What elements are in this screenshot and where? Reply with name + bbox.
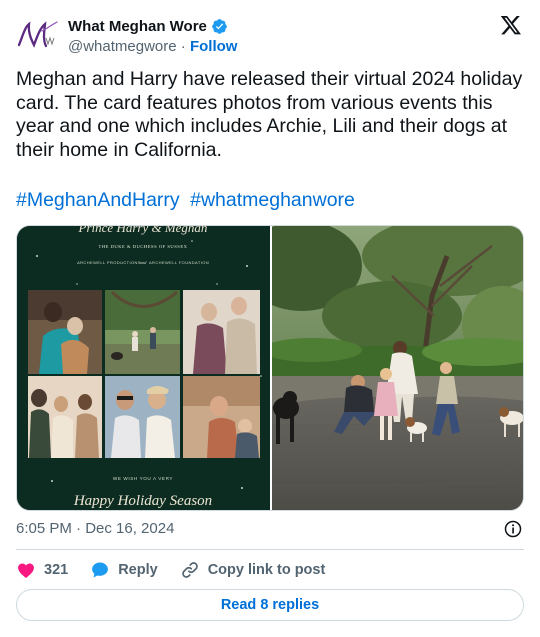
- hashtag-link[interactable]: #whatmeghanwore: [190, 189, 355, 211]
- card-org-right: ARCHEWELL FOUNDATION: [149, 260, 209, 265]
- reply-button[interactable]: Reply: [90, 560, 158, 580]
- card-photo-grid: [28, 290, 260, 458]
- tweet-header: What Meghan Wore @whatmegwore · Follow: [16, 12, 524, 58]
- media-gallery: Prince Harry & Meghan THE DUKE & DUCHESS…: [16, 225, 524, 511]
- hashtag-link[interactable]: #MeghanAndHarry: [16, 189, 180, 211]
- card-subtitle: THE DUKE & DUCHESS OF SUSSEX: [99, 244, 188, 249]
- avatar[interactable]: [16, 14, 60, 58]
- heart-icon: [18, 563, 34, 578]
- like-button[interactable]: 321: [16, 560, 68, 580]
- card-wish: WE WISH YOU A VERY: [113, 476, 173, 481]
- action-bar: 321 Reply Copy link to post: [16, 558, 347, 582]
- copy-link-label: Copy link to post: [207, 562, 326, 578]
- post-timestamp[interactable]: 6:05 PM · Dec 16, 2024: [16, 520, 174, 537]
- family-garden-photo[interactable]: [272, 226, 523, 510]
- display-name[interactable]: What Meghan Wore: [68, 18, 207, 35]
- handle-separator: ·: [180, 38, 186, 55]
- follow-button[interactable]: Follow: [190, 38, 238, 55]
- hashtag-row: #MeghanAndHarry #whatmeghanwore: [16, 188, 360, 212]
- info-icon[interactable]: [504, 520, 522, 538]
- link-icon: [181, 562, 198, 578]
- card-org-left: ARCHEWELL PRODUCTIONS: [77, 260, 141, 265]
- wmw-monogram-logo: [17, 21, 58, 48]
- card-greeting: Happy Holiday Season: [73, 493, 212, 509]
- speech-bubble-icon: [92, 562, 109, 578]
- card-script-title: Prince Harry & Meghan: [78, 226, 208, 235]
- copy-link-button[interactable]: Copy link to post: [180, 560, 326, 580]
- card-org-joiner: and: [140, 260, 148, 265]
- verified-badge-icon: [212, 18, 227, 34]
- tweet-embed: What Meghan Wore @whatmegwore · Follow M…: [0, 0, 540, 637]
- holiday-card-image[interactable]: Prince Harry & Meghan THE DUKE & DUCHESS…: [17, 226, 270, 510]
- footer-divider: [16, 549, 524, 550]
- x-logo-icon[interactable]: [500, 14, 522, 36]
- handle[interactable]: @whatmegwore: [68, 38, 177, 55]
- read-replies-button[interactable]: Read 8 replies: [16, 589, 524, 621]
- account-info: What Meghan Wore @whatmegwore · Follow: [68, 16, 237, 58]
- tweet-text: Meghan and Harry have released their vir…: [16, 68, 523, 161]
- reply-label: Reply: [118, 562, 158, 578]
- like-count: 321: [44, 562, 69, 578]
